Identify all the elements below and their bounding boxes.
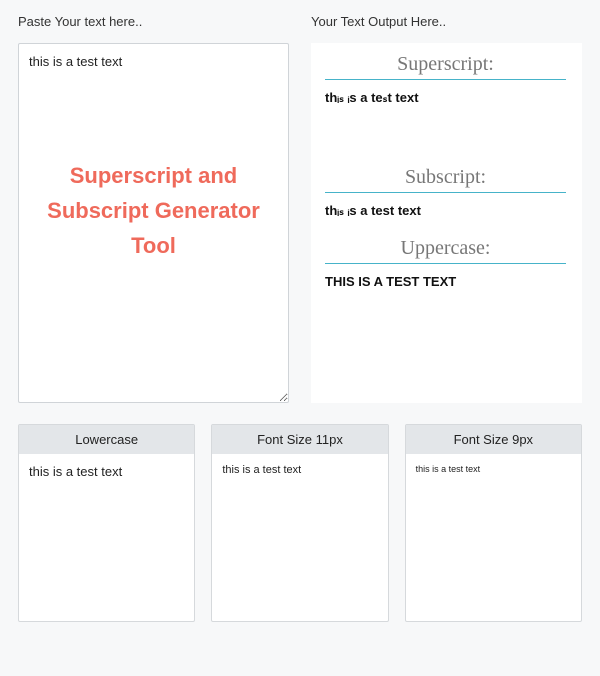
- section-body-superscript: thᵢₛ ᵢs a teₛt text: [325, 90, 566, 106]
- input-textarea[interactable]: [18, 43, 289, 403]
- input-label: Paste Your text here..: [18, 14, 289, 29]
- input-column: Paste Your text here.. Superscript and S…: [18, 14, 289, 408]
- card-header-fs9: Font Size 9px: [406, 425, 581, 454]
- card-lowercase: Lowercase this is a test text: [18, 424, 195, 622]
- section-title-superscript: Superscript:: [325, 53, 566, 80]
- section-body-subscript: thᵢₛ ᵢs a test text: [325, 203, 566, 219]
- card-body-fs9: this is a test text: [406, 454, 581, 484]
- card-fs11: Font Size 11px this is a test text: [211, 424, 388, 622]
- input-wrapper: Superscript and Subscript Generator Tool: [18, 43, 289, 408]
- card-body-fs11: this is a test text: [212, 454, 387, 486]
- card-fs9: Font Size 9px this is a test text: [405, 424, 582, 622]
- output-label: Your Text Output Here..: [311, 14, 582, 29]
- section-title-subscript: Subscript:: [325, 166, 566, 193]
- bottom-row: Lowercase this is a test text Font Size …: [18, 424, 582, 622]
- section-title-uppercase: Uppercase:: [325, 237, 566, 264]
- card-header-fs11: Font Size 11px: [212, 425, 387, 454]
- output-column: Your Text Output Here.. Superscript: thᵢ…: [311, 14, 582, 408]
- top-row: Paste Your text here.. Superscript and S…: [18, 14, 582, 408]
- card-body-lowercase: this is a test text: [19, 454, 194, 489]
- card-header-lowercase: Lowercase: [19, 425, 194, 454]
- section-body-uppercase: THIS IS A TEST TEXT: [325, 274, 566, 289]
- output-panel[interactable]: Superscript: thᵢₛ ᵢs a teₛt text Subscri…: [311, 43, 582, 403]
